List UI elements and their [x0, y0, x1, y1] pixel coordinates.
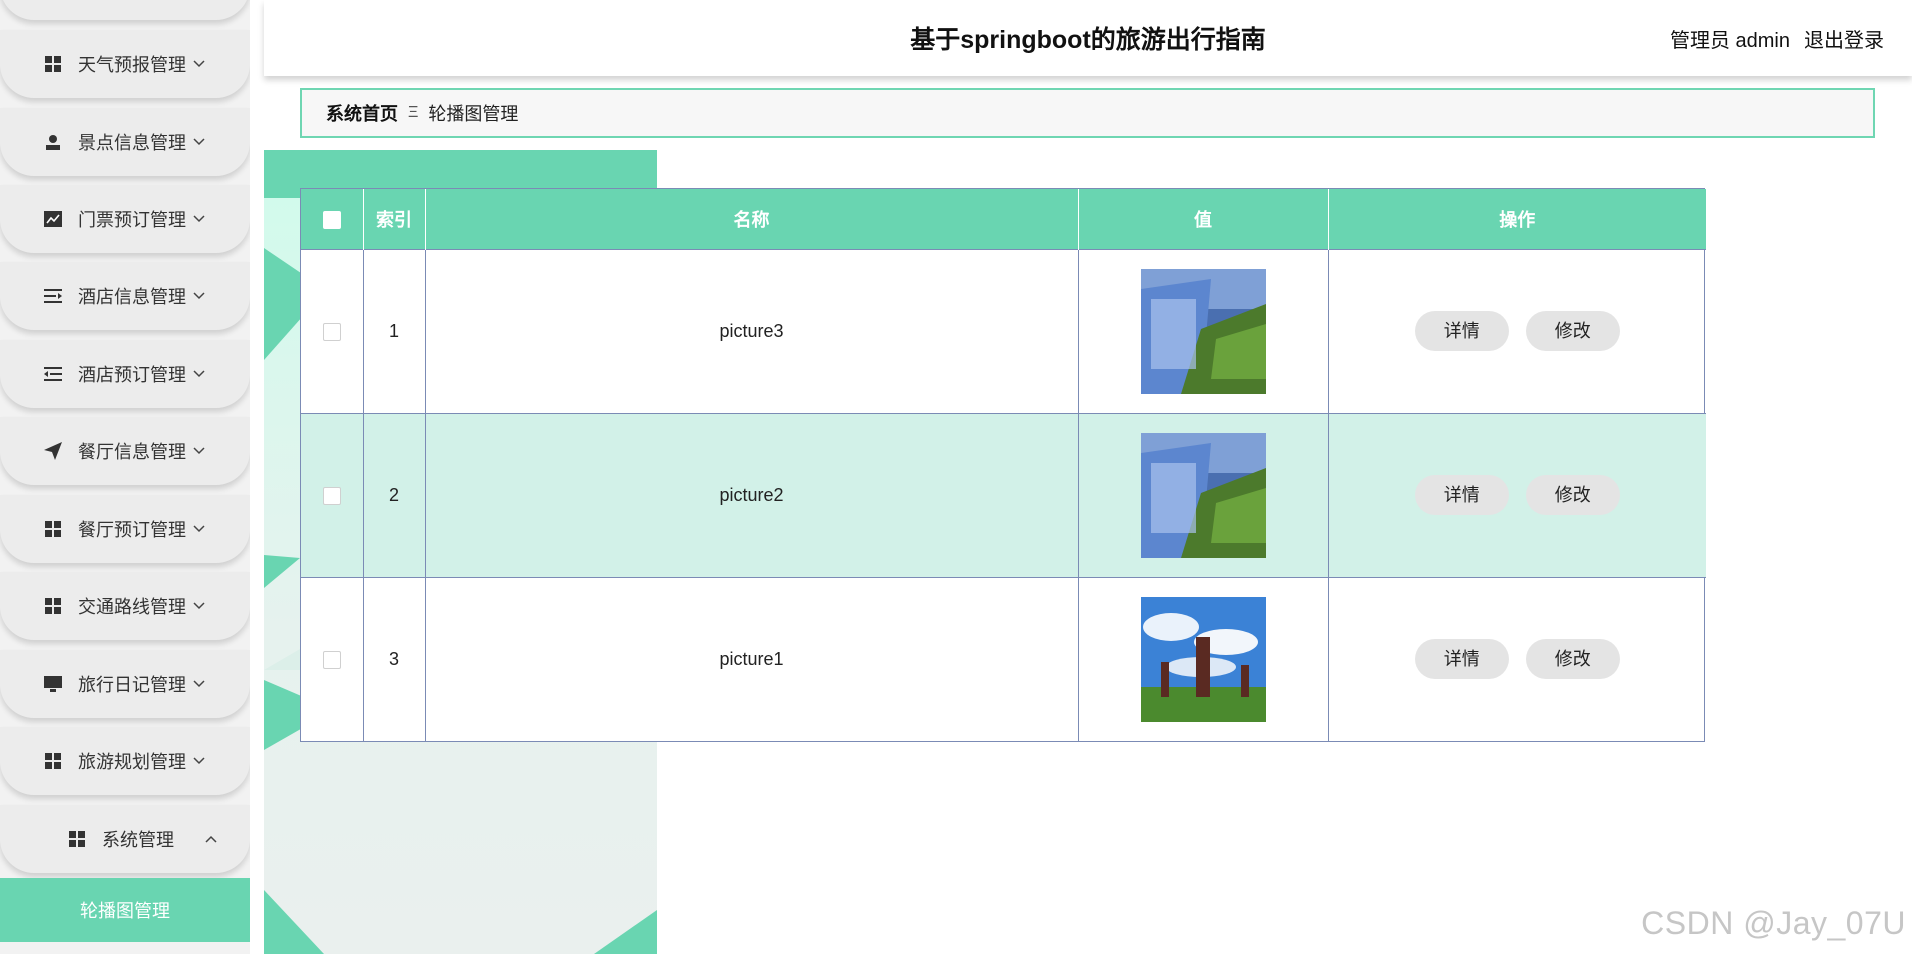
- sidebar-item-restaurant-info[interactable]: 餐厅信息管理: [0, 417, 250, 485]
- row-name: picture2: [425, 412, 1079, 577]
- watermark: CSDN @Jay_07U: [1641, 905, 1906, 941]
- column-header-name: 名称: [425, 189, 1079, 249]
- chart-icon: [44, 210, 62, 228]
- row-index: 2: [363, 412, 426, 577]
- user-label: 管理员 admin: [1669, 30, 1790, 52]
- sidebar-subitem-carousel[interactable]: 轮播图管理: [0, 878, 250, 942]
- user-info: 管理员 admin 退出登录: [1670, 24, 1884, 53]
- chevron-down-icon: [192, 754, 206, 768]
- table-header-row: 索引 名称 值 操作: [301, 189, 1706, 249]
- row-index: 3: [363, 576, 426, 741]
- sidebar-item-label: 餐厅预订管理: [78, 520, 186, 540]
- chevron-down-icon: [192, 677, 206, 691]
- data-table: 索引 名称 值 操作 1 picture3 详情 修改 2 picture2 详…: [300, 188, 1706, 742]
- chevron-down-icon: [192, 444, 206, 458]
- waterfall-image: [1140, 268, 1266, 394]
- breadcrumb-current: 轮播图管理: [428, 104, 519, 124]
- chevron-down-icon: [192, 367, 206, 381]
- sidebar-item-hotel-booking[interactable]: 酒店预订管理: [0, 340, 250, 408]
- sidebar-item-diary[interactable]: 旅行日记管理: [0, 650, 250, 718]
- chevron-down-icon: [192, 135, 206, 149]
- sidebar: 天气预报管理 景点信息管理 门票预订管理 酒店信息管理 酒店预订管理 餐厅信息管…: [0, 0, 250, 954]
- row-checkbox[interactable]: [322, 651, 341, 669]
- select-all-checkbox[interactable]: [322, 210, 341, 229]
- waterfall-image: [1140, 432, 1266, 558]
- sidebar-item-tickets[interactable]: 门票预订管理: [0, 185, 250, 253]
- sidebar-item-hidden[interactable]: [0, 0, 250, 20]
- sidebar-item-transport[interactable]: 交通路线管理: [0, 572, 250, 640]
- sidebar-item-label: 酒店预订管理: [78, 365, 186, 385]
- chevron-down-icon: [192, 212, 206, 226]
- detail-button[interactable]: 详情: [1414, 475, 1509, 515]
- column-header-actions: 操作: [1328, 189, 1706, 249]
- row-name: picture3: [425, 248, 1079, 413]
- sidebar-item-scenic[interactable]: 景点信息管理: [0, 108, 250, 176]
- logout-link[interactable]: 退出登录: [1804, 24, 1884, 53]
- sidebar-item-restaurant-booking[interactable]: 餐厅预订管理: [0, 495, 250, 563]
- breadcrumb: 系统首页 Ξ 轮播图管理: [300, 88, 1875, 138]
- breadcrumb-separator: Ξ: [408, 104, 419, 121]
- detail-button[interactable]: 详情: [1414, 639, 1509, 680]
- sidebar-item-label: 酒店信息管理: [78, 287, 186, 307]
- chevron-down-icon: [192, 522, 206, 536]
- chevron-down-icon: [192, 57, 206, 71]
- column-header-index: 索引: [363, 189, 426, 249]
- row-index: 1: [363, 248, 426, 413]
- chevron-down-icon: [192, 599, 206, 613]
- grid-icon: [44, 55, 62, 73]
- header: 基于springboot的旅游出行指南 管理员 admin 退出登录: [264, 0, 1912, 76]
- sidebar-item-label: 天气预报管理: [78, 55, 186, 75]
- windmills-image: [1140, 596, 1266, 722]
- sidebar-item-label: 旅游规划管理: [78, 752, 186, 772]
- table-row: 3 picture1 详情 修改: [301, 576, 1706, 741]
- row-checkbox[interactable]: [322, 322, 341, 341]
- sidebar-item-label: 旅行日记管理: [78, 675, 186, 695]
- detail-button[interactable]: 详情: [1414, 311, 1509, 351]
- chevron-up-icon: [204, 832, 218, 846]
- sidebar-item-weather[interactable]: 天气预报管理: [0, 30, 250, 98]
- grid-icon: [44, 752, 62, 770]
- send-icon: [44, 442, 62, 460]
- table-row: 2 picture2 详情 修改: [301, 412, 1706, 577]
- list-indent-icon: [44, 287, 62, 305]
- sidebar-item-system[interactable]: 系统管理: [0, 805, 250, 873]
- grid-icon: [68, 830, 86, 848]
- sidebar-item-label: 门票预订管理: [78, 210, 186, 230]
- sidebar-item-label: 系统管理: [102, 830, 174, 850]
- sidebar-item-hotel-info[interactable]: 酒店信息管理: [0, 262, 250, 330]
- breadcrumb-home[interactable]: 系统首页: [326, 100, 398, 126]
- column-header-value: 值: [1078, 189, 1329, 249]
- table-row: 1 picture3 详情 修改: [301, 248, 1706, 413]
- edit-button[interactable]: 修改: [1525, 475, 1620, 515]
- row-name: picture1: [425, 576, 1079, 741]
- edit-button[interactable]: 修改: [1525, 639, 1620, 680]
- user-icon: [44, 133, 62, 151]
- list-outdent-icon: [44, 365, 62, 383]
- edit-button[interactable]: 修改: [1525, 311, 1620, 351]
- sidebar-item-planning[interactable]: 旅游规划管理: [0, 727, 250, 795]
- select-all-cell: [301, 189, 364, 249]
- sidebar-item-label: 餐厅信息管理: [78, 442, 186, 462]
- monitor-icon: [44, 675, 62, 693]
- sidebar-item-label: 景点信息管理: [78, 133, 186, 153]
- grid-icon: [44, 520, 62, 538]
- chevron-down-icon: [192, 289, 206, 303]
- site-title: 基于springboot的旅游出行指南: [910, 26, 1266, 54]
- sidebar-item-label: 交通路线管理: [78, 597, 186, 617]
- grid-icon: [44, 597, 62, 615]
- row-checkbox[interactable]: [322, 486, 341, 505]
